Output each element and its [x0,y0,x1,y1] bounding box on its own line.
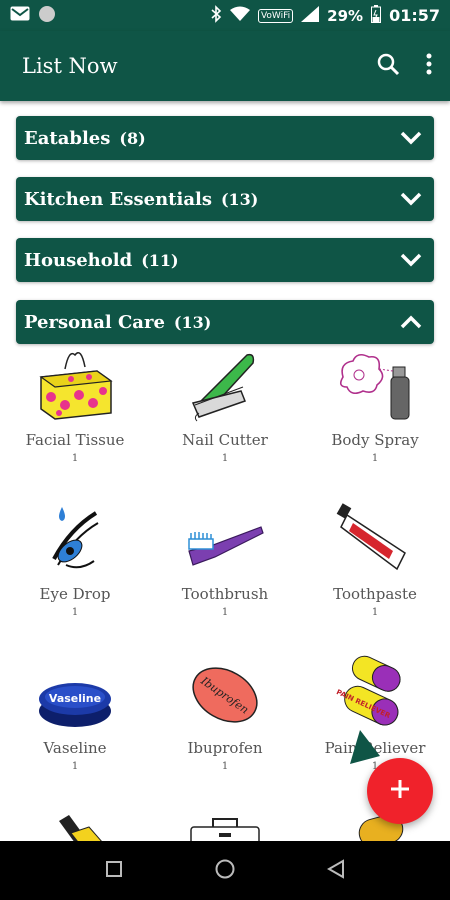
back-triangle-icon[interactable] [326,858,345,883]
item-vaseline[interactable]: Vaseline Vaseline 1 [0,657,150,772]
item-quantity: 1 [221,607,229,618]
clock: 01:57 [389,6,440,25]
vaseline-icon: Vaseline [35,671,115,735]
item-name: Ibuprofen [187,739,263,757]
vowifi-label: VoWiFi [257,8,294,23]
item-quantity: 1 [371,453,379,464]
circle-notification-icon [38,5,56,27]
item-name: Toothbrush [181,585,269,603]
battery-icon [371,4,382,27]
item-partial-3[interactable] [300,813,450,841]
item-eye-drop[interactable]: Eye Drop 1 [0,503,150,618]
vaseline-label: Vaseline [49,692,101,705]
item-quantity: 1 [221,453,229,464]
item-name: Vaseline [43,739,107,757]
search-icon[interactable] [376,52,400,80]
item-name: Toothpaste [333,585,417,603]
item-name: Body Spray [331,431,419,449]
wifi-icon [229,6,250,26]
add-icon [389,778,411,804]
category-count: (13) [220,189,259,209]
system-nav-bar [0,841,450,900]
item-facial-tissue[interactable]: Facial Tissue 1 [0,349,150,464]
pain-reliever-icon: PAIN RELIEVER [335,655,415,735]
more-vert-icon[interactable] [426,53,432,79]
item-toothbrush[interactable]: Toothbrush 1 [150,503,300,618]
item-partial-1[interactable] [0,813,150,841]
gmail-icon [10,6,30,25]
chevron-up-icon[interactable] [398,309,424,335]
category-name: Household [24,249,133,271]
marker-icon [59,815,102,841]
item-quantity: 1 [371,607,379,618]
item-quantity: 1 [71,761,79,772]
fab-pointer-icon [350,730,380,764]
category-list: Eatables (8) Kitchen Essentials (13) Hou… [0,101,450,841]
category-household[interactable]: Household (11) [16,238,434,282]
item-ibuprofen[interactable]: Ibuprofen Ibuprofen 1 [150,657,300,772]
category-name: Kitchen Essentials [24,188,212,210]
item-quantity: 1 [71,453,79,464]
item-nail-cutter[interactable]: Nail Cutter 1 [150,349,300,464]
item-name: Nail Cutter [182,431,268,449]
item-quantity: 1 [221,761,229,772]
app-bar: List Now [0,31,450,101]
app-title: List Now [22,54,118,78]
nail-cutter-icon [187,347,263,427]
category-name: Personal Care [24,311,165,333]
item-body-spray[interactable]: Body Spray 1 [300,349,450,464]
item-quantity: 1 [71,607,79,618]
item-name: Eye Drop [39,585,111,603]
ibuprofen-icon: Ibuprofen [185,659,265,735]
chevron-down-icon[interactable] [398,125,424,151]
recents-square-icon[interactable] [105,860,123,882]
category-eatables[interactable]: Eatables (8) [16,116,434,160]
toothpaste-icon [335,501,415,581]
status-bar: VoWiFi 29% 01:57 [0,0,450,31]
item-partial-2[interactable] [150,813,300,841]
item-name: Facial Tissue [25,431,125,449]
category-count: (11) [141,250,179,270]
tissue-box-icon [35,347,115,427]
battery-percent: 29% [327,6,364,25]
eye-drop-icon [40,501,110,581]
item-toothpaste[interactable]: Toothpaste 1 [300,503,450,618]
body-spray-icon [335,347,415,427]
bluetooth-icon [210,4,222,27]
toothbrush-icon [185,517,265,581]
chevron-down-icon[interactable] [398,186,424,212]
signal-icon [301,5,320,26]
category-personal-care[interactable]: Personal Care (13) [16,300,434,344]
category-count: (8) [119,128,146,148]
add-button[interactable] [367,758,433,824]
home-circle-icon[interactable] [214,858,236,884]
category-name: Eatables [24,127,111,149]
first-aid-kit-icon [190,818,260,841]
category-count: (13) [173,312,212,332]
category-kitchen-essentials[interactable]: Kitchen Essentials (13) [16,177,434,221]
chevron-down-icon[interactable] [398,247,424,273]
